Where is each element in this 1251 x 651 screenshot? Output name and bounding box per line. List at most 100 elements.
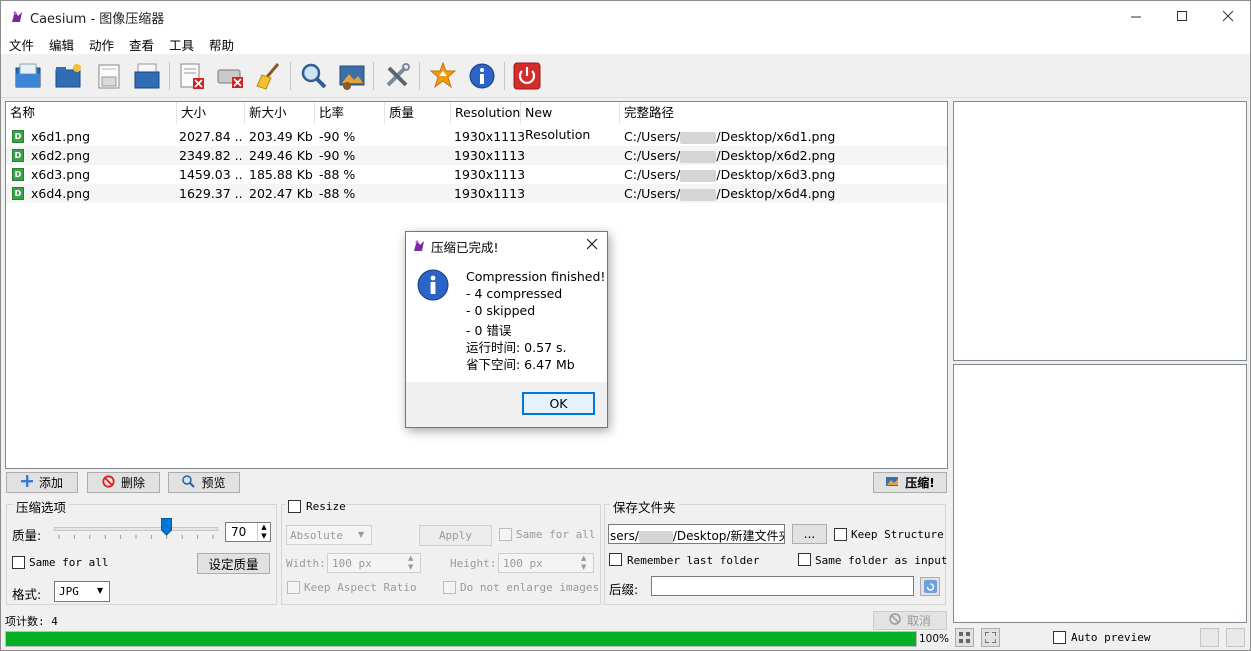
info-icon [417, 269, 449, 304]
delete-button[interactable]: 删除 [87, 472, 160, 493]
menu-action[interactable]: 动作 [89, 35, 114, 54]
quality-spinbox[interactable]: 70 ▲ ▼ [225, 522, 271, 542]
resize-checkbox[interactable] [288, 500, 301, 513]
image-preview-icon[interactable] [335, 59, 369, 93]
same-folder-checkbox[interactable] [798, 553, 811, 566]
keep-structure-label: Keep Structure [851, 528, 944, 541]
dialog-title-bar[interactable]: 压缩已完成! [406, 232, 607, 258]
table-row[interactable]: D x6d3.png 1459.03 ... 185.88 Kb -88 % 1… [6, 165, 947, 184]
height-spinbox[interactable]: 100 px ▲ ▼ [498, 553, 594, 573]
auto-preview-label: Auto preview [1071, 631, 1151, 644]
menu-tools[interactable]: 工具 [169, 35, 194, 54]
preview-button[interactable]: 预览 [168, 472, 240, 493]
compress-button[interactable]: 压缩! [873, 472, 947, 493]
file-path: C:/Users//Desktop/x6d4.png [624, 186, 836, 201]
add-button[interactable]: 添加 [6, 472, 78, 493]
file-ratio: -88 % [319, 167, 356, 182]
file-path: C:/Users//Desktop/x6d2.png [624, 148, 836, 163]
menu-view[interactable]: 查看 [129, 35, 154, 54]
file-new-size: 185.88 Kb [249, 167, 313, 182]
dialog-message-line: - 0 skipped [466, 303, 536, 318]
cancel-icon [889, 613, 901, 628]
magnifier-icon[interactable] [297, 59, 331, 93]
column-header-name[interactable]: 名称 [6, 102, 177, 124]
column-header-quality[interactable]: 质量 [385, 102, 451, 124]
table-row[interactable]: D x6d2.png 2349.82 ... 249.46 Kb -90 % 1… [6, 146, 947, 165]
open-folder-icon[interactable] [52, 59, 86, 93]
save-as-icon[interactable] [130, 59, 164, 93]
about-info-icon[interactable] [465, 59, 499, 93]
toolbar-separator [373, 62, 374, 90]
original-preview-pane [953, 101, 1247, 361]
resize-same-for-all-checkbox[interactable] [499, 528, 512, 541]
cancel-button[interactable]: 取消 [873, 611, 947, 630]
maximize-button[interactable] [1159, 1, 1205, 32]
clear-list-icon[interactable] [214, 59, 248, 93]
same-folder-label: Same folder as input [815, 554, 948, 567]
apply-button[interactable]: Apply [419, 525, 492, 546]
menu-edit[interactable]: 编辑 [49, 35, 74, 54]
file-size: 2027.84 ... [179, 129, 243, 144]
toolbar-separator [169, 62, 170, 90]
settings-tools-icon[interactable] [381, 59, 415, 93]
update-star-icon[interactable] [426, 59, 460, 93]
width-spinbox[interactable]: 100 px ▲ ▼ [327, 553, 421, 573]
fit-to-window-icon[interactable] [955, 628, 974, 647]
format-select[interactable]: JPG ▼ [54, 581, 110, 602]
output-folder-value: sers//Desktop/新建文件夹 [610, 529, 785, 543]
dialog-body: Compression finished! - 4 compressed - 0… [406, 258, 607, 382]
column-header-size[interactable]: 大小 [177, 102, 245, 124]
column-header-new-size[interactable]: 新大小 [245, 102, 315, 124]
save-list-icon[interactable] [92, 59, 126, 93]
dialog-title: 压缩已完成! [431, 240, 499, 255]
redacted-username [680, 188, 717, 201]
power-exit-icon[interactable] [510, 59, 544, 93]
set-quality-button[interactable]: 设定质量 [197, 553, 270, 574]
resize-label: Resize [306, 500, 346, 513]
keep-aspect-ratio-checkbox[interactable] [287, 581, 300, 594]
menu-help[interactable]: 帮助 [209, 35, 234, 54]
ok-button[interactable]: OK [522, 392, 595, 415]
auto-preview-checkbox[interactable] [1053, 631, 1066, 644]
fullscreen-icon[interactable] [981, 628, 1000, 647]
output-folder-title: 保存文件夹 [610, 497, 679, 516]
no-enlarge-checkbox[interactable] [443, 581, 456, 594]
menu-file[interactable]: 文件 [9, 35, 34, 54]
redacted-username [638, 530, 673, 543]
suffix-input[interactable] [651, 576, 914, 596]
column-header-new-resolution[interactable]: New Resolution [521, 102, 620, 142]
suffix-label: 后缀: [609, 582, 639, 597]
output-folder-input[interactable]: sers//Desktop/新建文件夹 [608, 524, 785, 544]
remember-last-folder-checkbox[interactable] [609, 553, 622, 566]
table-row[interactable]: D x6d1.png 2027.84 ... 203.49 Kb -90 % 1… [6, 127, 947, 146]
column-header-resolution[interactable]: Resolution [451, 102, 521, 124]
browse-button[interactable]: ... [792, 524, 827, 544]
remove-item-icon[interactable] [175, 59, 209, 93]
resize-mode-select[interactable]: Absolute ▼ [286, 525, 372, 545]
column-header-ratio[interactable]: 比率 [315, 102, 385, 124]
dialog-close-icon[interactable] [584, 236, 600, 252]
compress-label: 压缩! [905, 476, 935, 490]
title-bar[interactable]: Caesium - 图像压缩器 [1, 1, 1250, 32]
table-row[interactable]: D x6d4.png 1629.37 ... 202.47 Kb -88 % 1… [6, 184, 947, 203]
same-for-all-checkbox[interactable] [12, 556, 25, 569]
close-button[interactable] [1205, 1, 1251, 32]
caesium-logo-icon [10, 9, 24, 26]
keep-structure-checkbox[interactable] [834, 528, 847, 541]
zoom-out-icon[interactable] [1200, 628, 1219, 647]
refresh-icon[interactable] [920, 577, 940, 596]
broom-cleanup-icon[interactable] [252, 59, 286, 93]
add-label: 添加 [38, 476, 63, 490]
quality-slider[interactable] [54, 518, 220, 543]
width-value: 100 px [332, 557, 372, 570]
zoom-in-icon[interactable] [1226, 628, 1245, 647]
quality-value: 70 [231, 525, 247, 539]
spin-arrows-icon[interactable]: ▲ ▼ [257, 523, 270, 541]
minimize-button[interactable] [1113, 1, 1159, 32]
slider-thumb[interactable] [161, 518, 172, 536]
caesium-logo-icon [412, 238, 426, 255]
image-file-icon: D [12, 187, 24, 200]
file-resolution: 1930x1113 [454, 148, 526, 163]
open-files-icon[interactable] [12, 59, 46, 93]
column-header-full-path[interactable]: 完整路径 [620, 102, 947, 124]
